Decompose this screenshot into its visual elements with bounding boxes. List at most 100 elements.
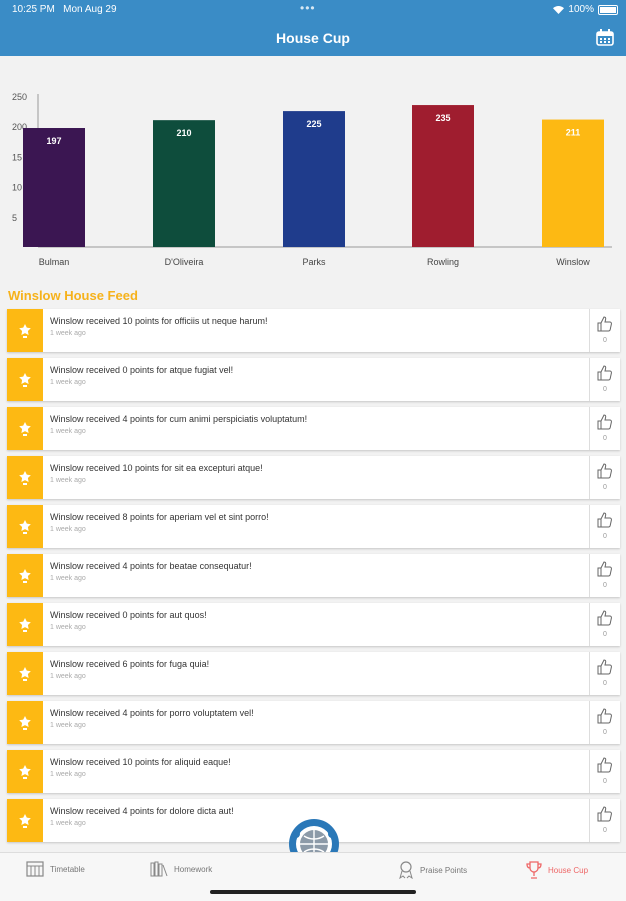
feed-item: Winslow received 0 points for aut quos! 1… xyxy=(7,603,620,646)
bar-value-label: 210 xyxy=(176,128,191,138)
feed-item-time: 1 week ago xyxy=(50,624,86,631)
feed-item: Winslow received 4 points for cum animi … xyxy=(7,407,620,450)
feed-item: Winslow received 0 points for atque fugi… xyxy=(7,358,620,401)
status-right: 100% xyxy=(553,4,618,15)
like-count: 0 xyxy=(603,533,607,540)
feed-item-text: Winslow received 4 points for porro volu… xyxy=(50,708,254,718)
wifi-icon xyxy=(553,5,565,14)
status-bar: 10:25 PM Mon Aug 29 ••• 100% xyxy=(0,0,626,20)
thumbs-up-icon xyxy=(597,610,612,626)
y-tick-label: 15 xyxy=(12,152,22,162)
like-button[interactable]: 0 xyxy=(589,554,620,597)
feed-item-text: Winslow received 10 points for officiis … xyxy=(50,316,268,326)
trophy-star-icon xyxy=(7,407,43,450)
like-button[interactable]: 0 xyxy=(589,652,620,695)
like-button[interactable]: 0 xyxy=(589,456,620,499)
trophy-star-icon xyxy=(7,652,43,695)
house-cup-icon xyxy=(526,861,542,879)
home-indicator xyxy=(210,890,416,894)
like-button[interactable]: 0 xyxy=(589,309,620,352)
like-button[interactable]: 0 xyxy=(589,603,620,646)
like-count: 0 xyxy=(603,435,607,442)
feed-item-text: Winslow received 8 points for aperiam ve… xyxy=(50,512,269,522)
feed-item-time: 1 week ago xyxy=(50,575,86,582)
like-count: 0 xyxy=(603,631,607,638)
feed-item: Winslow received 6 points for fuga quia!… xyxy=(7,652,620,695)
bar-winslow xyxy=(542,119,604,247)
thumbs-up-icon xyxy=(597,708,612,724)
like-count: 0 xyxy=(603,827,607,834)
bar-value-label: 197 xyxy=(46,136,61,146)
trophy-star-icon xyxy=(7,554,43,597)
like-count: 0 xyxy=(603,386,607,393)
like-count: 0 xyxy=(603,680,607,687)
feed-item: Winslow received 10 points for aliquid e… xyxy=(7,750,620,793)
tab-homework[interactable]: Homework xyxy=(150,861,212,877)
bar-rowling xyxy=(412,105,474,247)
like-count: 0 xyxy=(603,337,607,344)
like-button[interactable]: 0 xyxy=(589,407,620,450)
feed-item: Winslow received 8 points for aperiam ve… xyxy=(7,505,620,548)
battery-percent: 100% xyxy=(568,4,594,15)
y-tick-label: 250 xyxy=(12,92,27,102)
feed-item-time: 1 week ago xyxy=(50,722,86,729)
multitask-dots-icon: ••• xyxy=(300,1,316,15)
like-button[interactable]: 0 xyxy=(589,701,620,744)
trophy-star-icon xyxy=(7,701,43,744)
thumbs-up-icon xyxy=(597,414,612,430)
y-tick-label: 10 xyxy=(12,183,22,193)
timetable-icon xyxy=(26,861,44,877)
feed-item-text: Winslow received 4 points for dolore dic… xyxy=(50,806,234,816)
like-count: 0 xyxy=(603,778,607,785)
feed-item-time: 1 week ago xyxy=(50,477,86,484)
like-button[interactable]: 0 xyxy=(589,358,620,401)
feed-item-time: 1 week ago xyxy=(50,379,86,386)
feed-item-text: Winslow received 4 points for cum animi … xyxy=(50,414,308,424)
house-feed-list: Winslow received 10 points for officiis … xyxy=(7,309,620,848)
feed-item-time: 1 week ago xyxy=(50,428,86,435)
x-category-label: Winslow xyxy=(556,257,590,267)
tab-timetable[interactable]: Timetable xyxy=(26,861,85,877)
like-button[interactable]: 0 xyxy=(589,750,620,793)
feed-item-time: 1 week ago xyxy=(50,820,86,827)
tab-praise-points[interactable]: Praise Points xyxy=(398,861,467,879)
like-button[interactable]: 0 xyxy=(589,505,620,548)
thumbs-up-icon xyxy=(597,561,612,577)
house-points-chart: 25020015105197Bulman210D'Oliveira225Park… xyxy=(12,92,612,267)
trophy-star-icon xyxy=(7,799,43,842)
x-category-label: Parks xyxy=(302,257,326,267)
feed-item-time: 1 week ago xyxy=(50,330,86,337)
bar-doliveira xyxy=(153,120,215,247)
like-count: 0 xyxy=(603,729,607,736)
thumbs-up-icon xyxy=(597,757,612,773)
like-count: 0 xyxy=(603,582,607,589)
calendar-icon[interactable] xyxy=(596,29,614,46)
feed-item: Winslow received 10 points for officiis … xyxy=(7,309,620,352)
feed-item-text: Winslow received 10 points for sit ea ex… xyxy=(50,463,263,473)
trophy-star-icon xyxy=(7,505,43,548)
homework-icon xyxy=(150,861,168,877)
y-tick-label: 5 xyxy=(12,213,17,223)
bar-value-label: 211 xyxy=(566,128,581,138)
tab-house-cup[interactable]: House Cup xyxy=(526,861,588,879)
page-title: House Cup xyxy=(276,30,350,46)
feed-title: Winslow House Feed xyxy=(8,288,138,303)
bar-value-label: 235 xyxy=(435,113,450,123)
feed-item-time: 1 week ago xyxy=(50,771,86,778)
thumbs-up-icon xyxy=(597,806,612,822)
feed-item-text: Winslow received 6 points for fuga quia! xyxy=(50,659,210,669)
praise-points-icon xyxy=(399,861,413,879)
thumbs-up-icon xyxy=(597,512,612,528)
like-button[interactable]: 0 xyxy=(589,799,620,842)
thumbs-up-icon xyxy=(597,316,612,332)
bar-value-label: 225 xyxy=(306,119,321,129)
feed-item: Winslow received 10 points for sit ea ex… xyxy=(7,456,620,499)
trophy-star-icon xyxy=(7,603,43,646)
feed-item-text: Winslow received 10 points for aliquid e… xyxy=(50,757,231,767)
trophy-star-icon xyxy=(7,456,43,499)
trophy-star-icon xyxy=(7,750,43,793)
feed-item-text: Winslow received 0 points for atque fugi… xyxy=(50,365,234,375)
x-category-label: Bulman xyxy=(39,257,70,267)
thumbs-up-icon xyxy=(597,463,612,479)
nav-bar: House Cup xyxy=(0,20,626,56)
